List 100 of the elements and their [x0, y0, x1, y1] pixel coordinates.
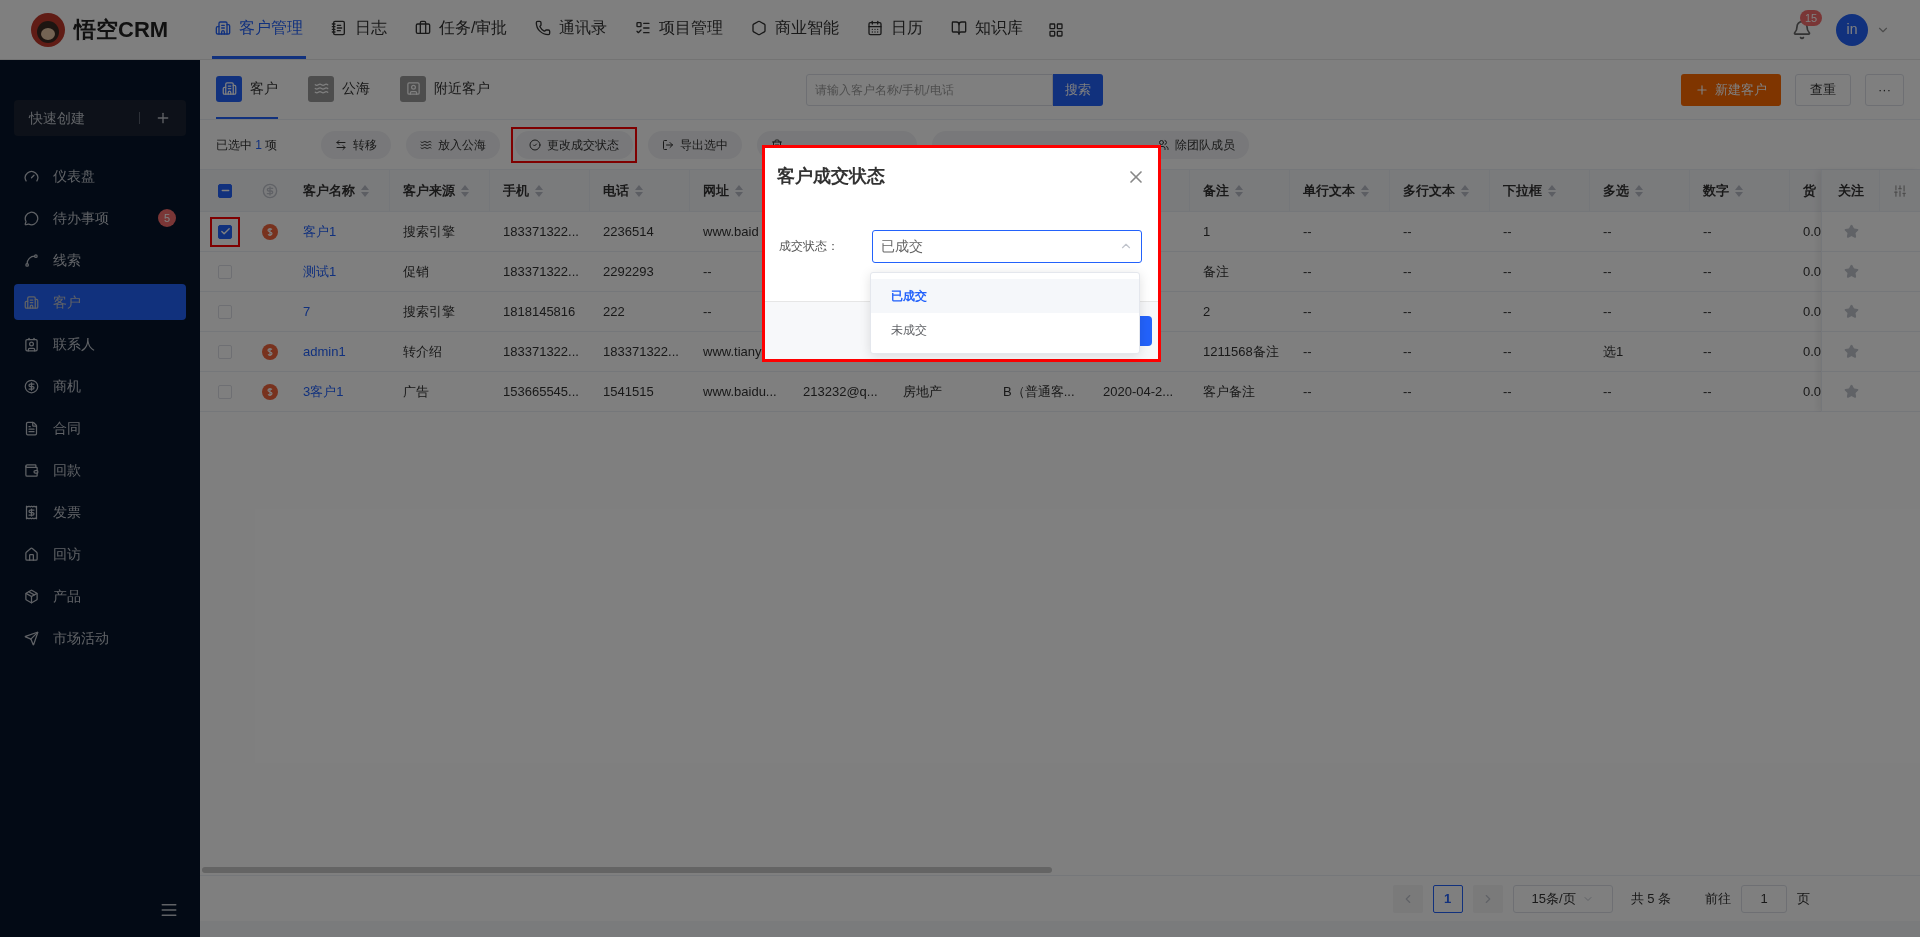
table-cell: 1211568备注 — [1203, 343, 1279, 359]
column-header[interactable]: 备注 — [1203, 180, 1229, 201]
column-settings-icon[interactable] — [1893, 183, 1908, 198]
column-header[interactable]: 下拉框 — [1503, 180, 1542, 201]
brand-name: 悟空CRM — [74, 16, 169, 44]
table-cell: 1541515 — [603, 383, 654, 399]
quick-create-button[interactable]: 快速创建 — [14, 100, 186, 136]
column-header[interactable]: 多行文本 — [1403, 180, 1455, 201]
selection-count: 已选中 1 项 — [216, 136, 278, 154]
column-header[interactable]: 货 — [1803, 180, 1816, 201]
previous-page-button[interactable] — [1392, 884, 1423, 913]
section-tab[interactable]: 客户 — [216, 60, 278, 119]
column-header[interactable]: 客户名称 — [303, 180, 355, 201]
sidebar-item[interactable]: 发票 — [14, 494, 186, 530]
nav-tab[interactable]: 商业智能 — [748, 0, 843, 59]
star-icon[interactable] — [1844, 384, 1859, 399]
sidebar-item[interactable]: 联系人 — [14, 326, 186, 362]
table-cell: -- — [1403, 223, 1412, 239]
sidebar-item[interactable]: 产品 — [14, 578, 186, 614]
home-icon — [24, 546, 39, 562]
star-icon[interactable] — [1844, 344, 1859, 359]
sidebar-item[interactable]: 回款 — [14, 452, 186, 488]
column-header[interactable]: 网址 — [703, 180, 729, 201]
column-header[interactable]: 电话 — [603, 180, 629, 201]
dropdown-option[interactable]: 已成交 — [871, 279, 1139, 313]
toolbar-button[interactable]: 更改成交状态 — [515, 130, 634, 159]
plus-icon[interactable] — [155, 110, 171, 126]
page-number-button[interactable]: 1 — [1432, 884, 1463, 913]
sort-icon[interactable] — [1361, 184, 1369, 197]
customer-name-link[interactable]: 7 — [303, 303, 311, 319]
sort-icon[interactable] — [1635, 184, 1643, 197]
table-cell: 选1 — [1603, 343, 1624, 359]
sidebar-item[interactable]: 市场活动 — [14, 620, 186, 656]
search-button[interactable]: 搜索 — [1053, 73, 1103, 106]
star-icon[interactable] — [1844, 304, 1859, 319]
nav-tab[interactable]: 知识库 — [948, 0, 1027, 59]
table-cell: -- — [1503, 383, 1512, 399]
column-header[interactable]: 多选 — [1603, 180, 1629, 201]
section-tab[interactable]: 附近客户 — [400, 60, 490, 119]
nav-tab[interactable]: 日历 — [864, 0, 927, 59]
table-cell: 促销 — [403, 263, 429, 279]
section-tab[interactable]: 公海 — [308, 60, 370, 119]
column-header[interactable]: 数字 — [1703, 180, 1729, 201]
next-page-button[interactable] — [1472, 884, 1503, 913]
dedupe-button[interactable]: 查重 — [1795, 73, 1851, 106]
customer-name-link[interactable]: admin1 — [303, 343, 346, 359]
sort-icon[interactable] — [1548, 184, 1556, 197]
table-cell: -- — [1703, 383, 1712, 399]
table-cell: 213232@q... — [803, 383, 878, 399]
star-icon[interactable] — [1844, 224, 1859, 239]
sidebar-item[interactable]: 待办事项 5 — [14, 200, 186, 236]
sort-icon[interactable] — [361, 184, 369, 197]
table-cell: 广告 — [403, 383, 429, 399]
table-cell: 2292293 — [603, 263, 654, 279]
column-header[interactable]: 客户来源 — [403, 180, 455, 201]
page-jump-field[interactable]: 1 — [1741, 884, 1787, 913]
chat-icon — [24, 210, 39, 226]
table-cell: 1 — [1203, 223, 1211, 239]
nav-tab[interactable]: 项目管理 — [632, 0, 727, 59]
customer-name-link[interactable]: 3客户1 — [303, 383, 344, 399]
sort-icon[interactable] — [1235, 184, 1243, 197]
sort-icon[interactable] — [635, 184, 643, 197]
customer-name-link[interactable]: 客户1 — [303, 223, 337, 239]
page-size-select[interactable]: 15条/页 — [1512, 884, 1613, 913]
sort-icon[interactable] — [461, 184, 469, 197]
nav-tab[interactable]: 任务/审批 — [412, 0, 511, 59]
star-icon[interactable] — [1844, 264, 1859, 279]
sort-icon[interactable] — [1735, 184, 1743, 197]
table-cell: 0.0 — [1803, 263, 1821, 279]
column-header[interactable]: 单行文本 — [1303, 180, 1355, 201]
sort-icon[interactable] — [735, 184, 743, 197]
column-header[interactable]: 手机 — [503, 180, 529, 201]
collapse-menu-icon[interactable] — [160, 901, 178, 919]
sort-icon[interactable] — [535, 184, 543, 197]
nav-tab[interactable]: 通讯录 — [532, 0, 611, 59]
count-badge: 5 — [158, 209, 176, 227]
notebook-icon — [331, 20, 347, 36]
status-select[interactable]: 已成交 — [872, 229, 1142, 263]
toolbar-button[interactable]: 导出选中 — [648, 130, 743, 159]
swap-icon — [335, 138, 348, 151]
sidebar-item[interactable]: 商机 — [14, 368, 186, 404]
table-cell: -- — [1303, 223, 1312, 239]
table-cell: 183371322... — [603, 343, 679, 359]
sort-icon[interactable] — [1461, 184, 1469, 197]
checkbox[interactable] — [218, 224, 232, 239]
sidebar-item[interactable]: 仪表盘 — [14, 158, 186, 194]
toolbar-button[interactable]: 放入公海 — [406, 130, 501, 159]
more-button[interactable]: ··· — [1865, 73, 1904, 106]
table-cell: www.baid — [703, 223, 759, 239]
toolbar-button[interactable]: 转移 — [321, 130, 392, 159]
checkbox[interactable] — [218, 183, 232, 198]
apps-grid-icon[interactable] — [1048, 21, 1065, 38]
user-avatar[interactable]: in — [1836, 13, 1868, 46]
customer-name-link[interactable]: 测试1 — [303, 263, 337, 279]
new-customer-button[interactable]: 新建客户 — [1681, 73, 1781, 106]
nav-tab[interactable]: 日志 — [328, 0, 390, 59]
table-cell: -- — [1603, 223, 1612, 239]
sidebar-item[interactable]: 合同 — [14, 410, 186, 446]
sidebar-item[interactable]: 线索 — [14, 242, 186, 278]
sidebar-item[interactable]: 回访 — [14, 536, 186, 572]
